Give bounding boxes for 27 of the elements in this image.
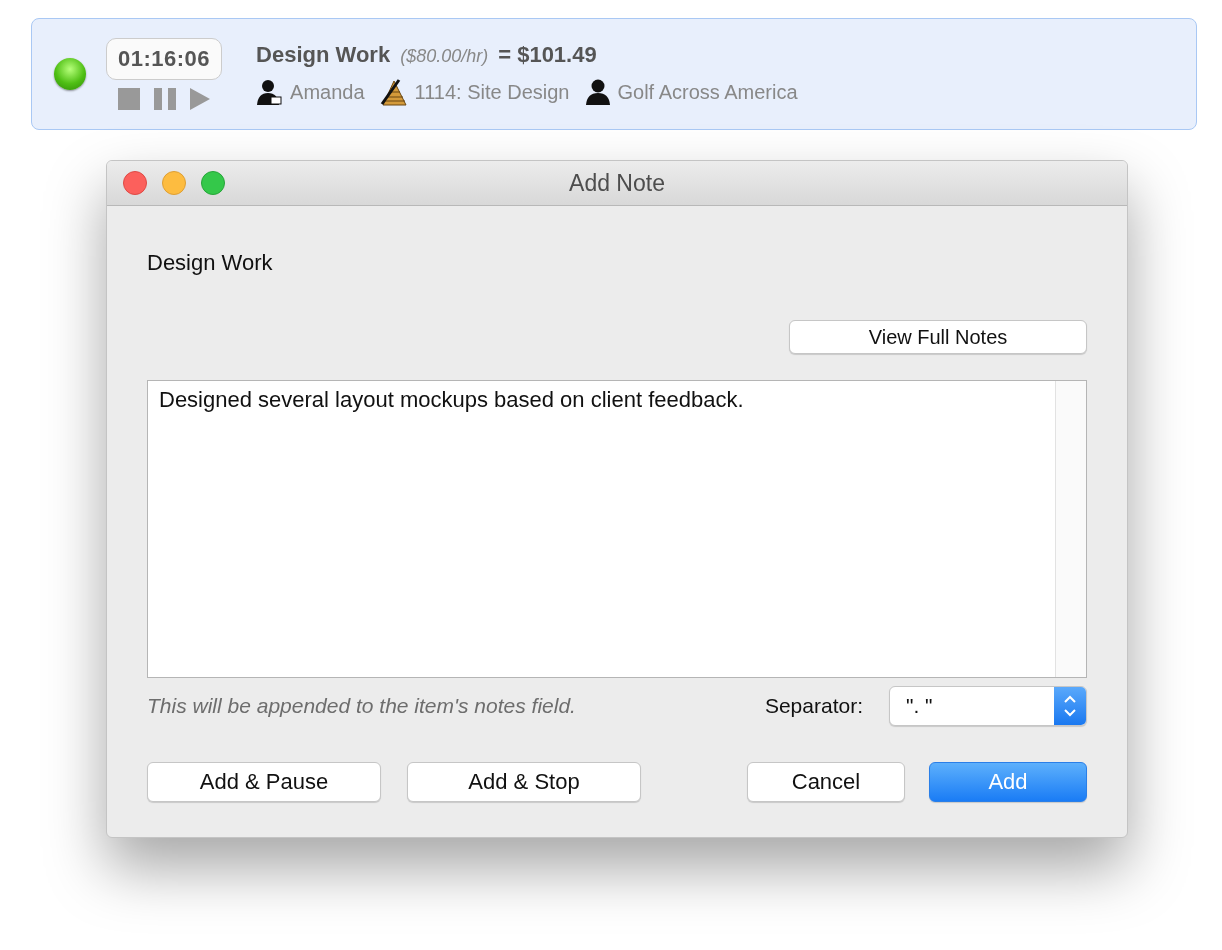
stop-icon[interactable] <box>118 88 141 110</box>
dialog-button[interactable]: Cancel <box>747 762 905 802</box>
total-amount: = $101.49 <box>498 42 597 68</box>
construction-icon <box>378 78 409 106</box>
pause-icon[interactable] <box>154 88 177 110</box>
detail-label: Amanda <box>290 80 365 104</box>
person-icon <box>583 78 612 106</box>
status-light-icon <box>54 58 86 90</box>
elapsed-time: 01:16:06 <box>106 38 223 80</box>
close-icon[interactable] <box>123 171 147 195</box>
view-full-notes-button[interactable]: View Full Notes <box>789 320 1087 354</box>
detail-label: Golf Across America <box>617 80 798 104</box>
detail-label: 1114: Site Design <box>414 80 570 104</box>
stepper-icon <box>1062 693 1078 719</box>
zoom-icon[interactable] <box>201 171 225 195</box>
task-name: Design Work <box>256 42 391 68</box>
separator-select[interactable]: ". " <box>889 686 1087 726</box>
item-title: Design Work <box>147 250 274 276</box>
dialog-button[interactable]: Add & Pause <box>147 762 381 802</box>
person-badge-icon <box>256 78 285 106</box>
separator-label: Separator: <box>764 694 863 718</box>
window-title: Add Note <box>569 169 665 197</box>
play-icon[interactable] <box>190 88 211 110</box>
minimize-icon[interactable] <box>162 171 186 195</box>
hint-text: This will be appended to the item's notes field. <box>147 694 577 718</box>
dialog-button[interactable]: Add & Stop <box>407 762 641 802</box>
hourly-rate: ($80.00/hr) <box>400 46 489 67</box>
